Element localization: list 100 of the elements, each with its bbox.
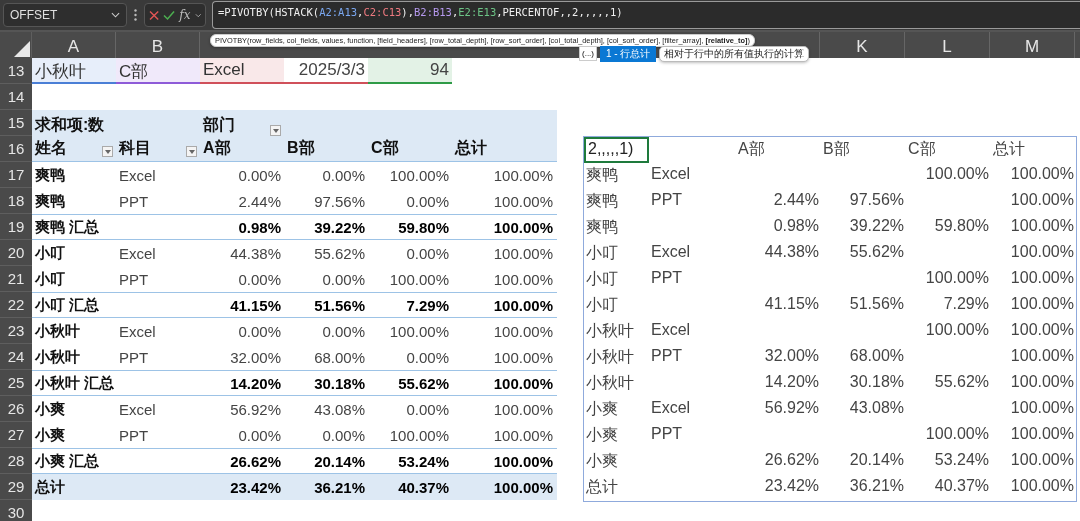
caret-icon — [104, 149, 111, 154]
table-cell-text: A部 — [737, 139, 766, 159]
check-icon[interactable] — [163, 9, 176, 21]
table-cell-text: 100.00% — [492, 452, 554, 470]
chevron-down-icon — [111, 12, 120, 18]
row-header[interactable]: 24 — [0, 344, 32, 370]
table-cell-text: 100.00% — [492, 426, 554, 444]
caret-icon — [272, 128, 279, 133]
table-cell-text: 爽鸭 — [585, 165, 619, 185]
table-cell-text: 36.21% — [848, 476, 905, 496]
table-cell-text: 100.00% — [492, 322, 554, 340]
table-cell-text: 53.24% — [397, 452, 450, 470]
table-cell-text: Excel — [118, 322, 157, 340]
table-cell-text: 39.22% — [313, 218, 366, 236]
row-header[interactable]: 13 — [0, 58, 32, 84]
table-cell-text: C部 — [370, 138, 400, 158]
row-header[interactable]: 19 — [0, 214, 32, 240]
table-cell-text: 26.62% — [763, 450, 820, 470]
table-cell-text: 100.00% — [1009, 346, 1075, 366]
filter-dropdown[interactable] — [270, 125, 281, 136]
caret-icon — [188, 149, 195, 154]
table-cell-text: 小爽 汇总 — [34, 451, 101, 471]
row-header[interactable]: 25 — [0, 370, 32, 396]
table-cell-text: 68.00% — [313, 348, 366, 366]
table-cell-text: 100.00% — [492, 192, 554, 210]
table-cell-text: 小爽 — [34, 399, 66, 419]
table-cell-text: 20.14% — [848, 450, 905, 470]
table-cell-text: 100.00% — [1009, 294, 1075, 314]
table-cell-text: 100.00% — [1009, 424, 1075, 444]
filter-dropdown[interactable] — [102, 146, 113, 157]
column-header[interactable]: L — [905, 32, 990, 58]
table-cell-text: 55.62% — [313, 244, 366, 262]
row-header[interactable]: 22 — [0, 292, 32, 318]
table-cell-text: 小叮 汇总 — [34, 295, 101, 315]
table-cell-text: 0.00% — [321, 270, 366, 288]
row-header[interactable]: 27 — [0, 422, 32, 448]
table-cell-text: 0.00% — [237, 322, 282, 340]
chevron-down-icon[interactable] — [194, 12, 201, 18]
table-cell-text: Excel — [650, 320, 692, 340]
table-cell-text: PPT — [650, 190, 684, 210]
table-cell-text: 0.98% — [237, 218, 282, 236]
row-header[interactable]: 20 — [0, 240, 32, 266]
table-cell-text: PPT — [650, 346, 684, 366]
row-header[interactable]: 28 — [0, 448, 32, 474]
column-header[interactable]: K — [820, 32, 905, 58]
table-cell-text: 0.98% — [772, 216, 820, 236]
table-cell-text: B部 — [286, 138, 316, 158]
row-header[interactable]: 30 — [0, 500, 32, 521]
row-header[interactable]: 23 — [0, 318, 32, 344]
filter-dropdown[interactable] — [186, 146, 197, 157]
table-cell-text: 100.00% — [492, 296, 554, 314]
table-cell: Excel — [200, 58, 284, 84]
autocomplete-item[interactable]: 1 - 行总计 — [600, 46, 657, 62]
table-cell-text: 爽鸭 — [34, 165, 66, 185]
table-cell-text: 41.15% — [229, 296, 282, 314]
table-cell-text: 小秋叶 — [34, 321, 81, 341]
table-cell-text: 100.00% — [492, 348, 554, 366]
insert-function-button[interactable]: fx — [179, 8, 191, 22]
table-cell-text: 100.00% — [388, 322, 450, 340]
table-cell-text: Excel — [650, 398, 692, 418]
table-cell-text: 7.29% — [405, 296, 450, 314]
table-cell-text: 51.56% — [313, 296, 366, 314]
column-header[interactable]: M — [990, 32, 1075, 58]
table-cell-text: C部 — [907, 139, 937, 159]
cancel-icon[interactable] — [149, 9, 160, 21]
more-item[interactable]: (...) — [579, 46, 597, 61]
table-cell-text: PPT — [118, 192, 150, 210]
table-cell: 94 — [368, 58, 452, 84]
row-header[interactable]: 26 — [0, 396, 32, 422]
formula-field[interactable]: =PIVOTBY(HSTACK(A2:A13,C2:C13),B2:B13,E2:E13,PERCENTOF,,2,,,,,1) — [212, 1, 1080, 29]
table-cell-text: 总计 — [992, 139, 1026, 159]
table-cell-text: Excel — [650, 242, 692, 262]
table-cell-text: 100.00% — [492, 400, 554, 418]
table-cell-text: 59.80% — [397, 218, 450, 236]
table-cell-text: 30.18% — [848, 372, 905, 392]
column-header[interactable]: A — [32, 32, 116, 58]
table-cell-text: 总计 — [585, 477, 619, 497]
table-cell-text: 小叮 — [585, 269, 619, 289]
row-header[interactable]: 17 — [0, 162, 32, 188]
table-cell-text: 14.20% — [229, 374, 282, 392]
table-cell-text: 0.00% — [237, 426, 282, 444]
table-cell-text: B部 — [822, 139, 851, 159]
column-header[interactable]: B — [116, 32, 200, 58]
table-cell-text: PPT — [118, 270, 150, 288]
table-cell-text: 小爽 — [585, 399, 619, 419]
more-options-icon[interactable] — [134, 9, 137, 21]
table-cell-text: 100.00% — [492, 244, 554, 262]
active-cell[interactable]: 2,,,,,1) — [584, 137, 649, 163]
row-header[interactable]: 14 — [0, 84, 32, 110]
table-cell-text: 0.00% — [321, 322, 366, 340]
row-header[interactable]: 18 — [0, 188, 32, 214]
row-header[interactable]: 21 — [0, 266, 32, 292]
table-cell-text: 59.80% — [933, 216, 990, 236]
table-cell-text: 100.00% — [1009, 268, 1075, 288]
name-box[interactable]: OFFSET — [3, 3, 127, 27]
table-cell-text: 53.24% — [933, 450, 990, 470]
table-cell-text: PPT — [118, 426, 150, 444]
table-cell-text: 100.00% — [1009, 216, 1075, 236]
table-cell-text: 32.00% — [229, 348, 282, 366]
table-cell-text: Excel — [118, 400, 157, 418]
